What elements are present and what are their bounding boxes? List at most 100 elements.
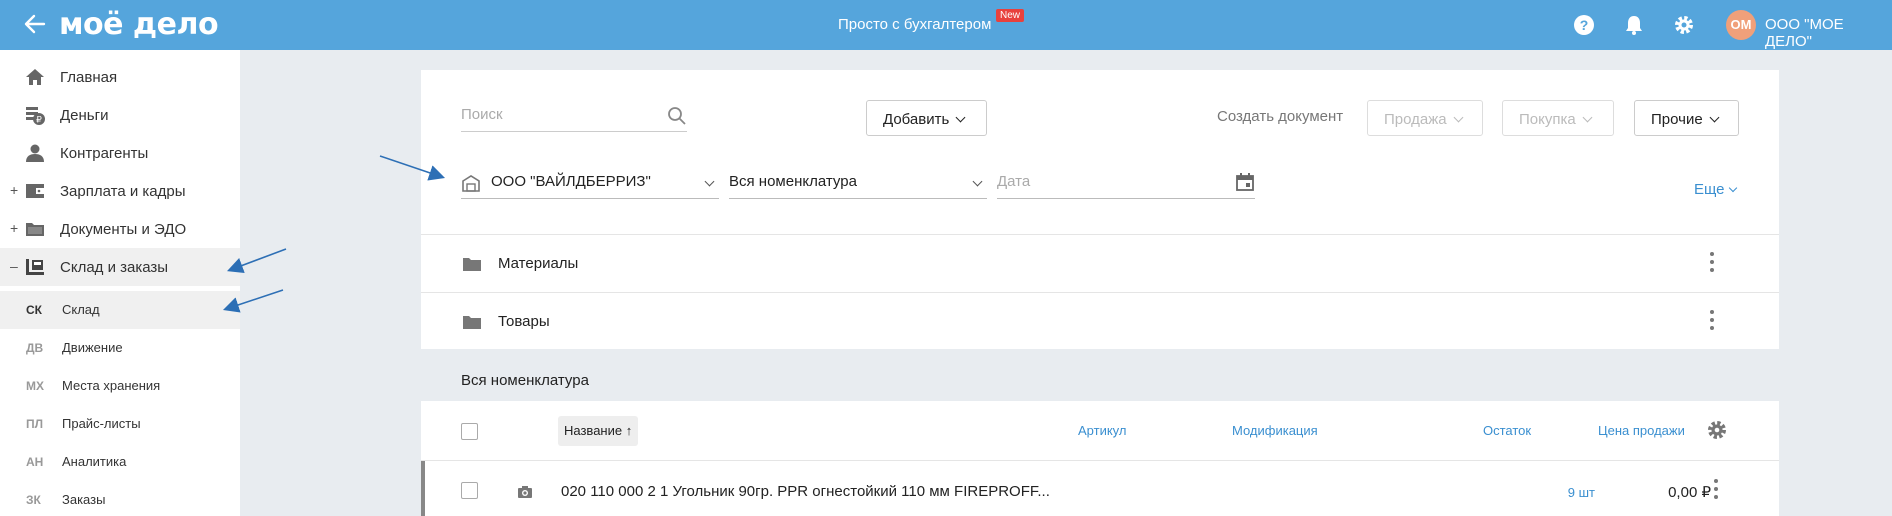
org-name[interactable]: ООО "МОЕ ДЕЛО" xyxy=(1765,16,1892,50)
subitem-abbr: МХ xyxy=(26,379,44,393)
folder-icon xyxy=(463,316,481,329)
search-box xyxy=(461,106,687,132)
more-menu-icon[interactable] xyxy=(1710,310,1714,334)
bell-icon[interactable] xyxy=(1622,13,1646,37)
subitem-label: Аналитика xyxy=(62,454,127,469)
sale-button-label: Продажа xyxy=(1384,111,1447,128)
subitem-abbr: ДВ xyxy=(26,341,44,355)
column-modification[interactable]: Модификация xyxy=(1232,423,1318,438)
product-name[interactable]: 020 110 000 2 1 Угольник 90гр. PPR огнес… xyxy=(561,483,1050,500)
back-arrow-icon[interactable] xyxy=(22,11,48,37)
folder-icon xyxy=(26,223,44,236)
column-article[interactable]: Артикул xyxy=(1078,423,1126,438)
subitem-label: Заказы xyxy=(62,492,106,507)
money-icon: ₽ xyxy=(26,107,45,125)
more-menu-icon[interactable] xyxy=(1710,252,1714,276)
more-filters-link[interactable]: Еще xyxy=(1694,181,1737,198)
section-title: Вся номенклатура xyxy=(461,372,589,389)
folder-row[interactable]: Материалы xyxy=(421,234,1779,292)
column-stock[interactable]: Остаток xyxy=(1483,423,1531,438)
new-badge: New xyxy=(996,9,1025,22)
nomenclature-table: Название ↑ Артикул Модификация Остаток Ц… xyxy=(421,401,1779,516)
calendar-icon[interactable] xyxy=(1235,172,1255,192)
sidebar-item-salary[interactable]: + Зарплата и кадры xyxy=(0,172,240,210)
wallet-icon xyxy=(26,184,44,198)
other-button[interactable]: Прочие xyxy=(1634,100,1739,136)
counterparty-value: ООО "ВАЙЛДБЕРРИЗ" xyxy=(491,173,651,190)
purchase-button-label: Покупка xyxy=(1519,111,1576,128)
chevron-down-icon xyxy=(1728,183,1737,193)
subitem-label: Места хранения xyxy=(62,378,161,393)
sale-button[interactable]: Продажа xyxy=(1367,100,1483,136)
table-settings-gear-icon[interactable] xyxy=(1706,419,1728,441)
chevron-down-icon xyxy=(1709,112,1720,123)
column-name-sort[interactable]: Название ↑ xyxy=(558,416,639,446)
sidebar-subitem-stock[interactable]: СК Склад xyxy=(0,291,240,329)
chevron-down-icon xyxy=(1582,112,1593,123)
table-row[interactable]: 020 110 000 2 1 Угольник 90гр. PPR огнес… xyxy=(421,461,1779,516)
purchase-button[interactable]: Покупка xyxy=(1502,100,1614,136)
folder-icon xyxy=(463,258,481,271)
other-button-label: Прочие xyxy=(1651,111,1703,128)
select-all-checkbox[interactable] xyxy=(461,423,478,440)
gear-icon[interactable] xyxy=(1672,13,1696,37)
svg-text:?: ? xyxy=(1580,17,1589,33)
subitem-label: Прайс-листы xyxy=(62,416,141,431)
nomenclature-select[interactable]: Вся номенклатура xyxy=(729,169,987,199)
folder-row[interactable]: Товары xyxy=(421,292,1779,350)
top-bar: моё дело Просто с бухгалтером New ? ОМ О… xyxy=(0,0,1892,50)
search-input[interactable] xyxy=(461,106,661,123)
sidebar-item-label: Контрагенты xyxy=(60,145,149,162)
chevron-down-icon xyxy=(955,112,966,123)
home-icon xyxy=(26,69,44,85)
subitem-abbr: ПЛ xyxy=(26,417,44,431)
sidebar-item-money[interactable]: ₽ Деньги xyxy=(0,96,240,134)
sidebar-subitem-pricelists[interactable]: ПЛ Прайс-листы xyxy=(0,405,240,443)
subitem-abbr: СК xyxy=(26,303,42,317)
chevron-down-icon xyxy=(698,175,715,193)
sidebar-item-label: Деньги xyxy=(60,107,109,124)
more-filters-label: Еще xyxy=(1694,181,1725,198)
counterparty-select[interactable]: ООО "ВАЙЛДБЕРРИЗ" xyxy=(461,169,719,199)
sidebar-item-label: Зарплата и кадры xyxy=(60,183,186,200)
chevron-down-icon xyxy=(966,175,983,193)
sidebar-item-documents[interactable]: + Документы и ЭДО xyxy=(0,210,240,248)
avatar[interactable]: ОМ xyxy=(1726,10,1756,40)
add-button-label: Добавить xyxy=(883,111,950,128)
nomenclature-value: Вся номенклатура xyxy=(729,173,857,190)
expand-toggle: + xyxy=(10,182,19,198)
expand-toggle: + xyxy=(10,220,19,236)
sidebar-item-warehouse[interactable]: – Склад и заказы xyxy=(0,248,240,286)
table-header: Название ↑ Артикул Модификация Остаток Ц… xyxy=(421,401,1779,461)
building-icon xyxy=(462,175,480,192)
date-placeholder: Дата xyxy=(997,173,1031,190)
warehouse-icon xyxy=(26,259,44,275)
subitem-abbr: АН xyxy=(26,455,44,469)
chevron-down-icon xyxy=(1453,112,1464,123)
search-icon[interactable] xyxy=(667,106,687,126)
sidebar-subitem-orders[interactable]: ЗК Заказы xyxy=(0,481,240,516)
product-stock[interactable]: 9 шт xyxy=(1515,485,1595,500)
sidebar-item-home[interactable]: Главная xyxy=(0,58,240,96)
date-field[interactable]: Дата xyxy=(997,169,1255,199)
main-panel: Добавить Создать документ Продажа Покупк… xyxy=(421,70,1779,349)
sidebar: Главная ₽ Деньги Контрагенты + Зарплата … xyxy=(0,50,240,516)
sidebar-item-contractors[interactable]: Контрагенты xyxy=(0,134,240,172)
sidebar-item-label: Главная xyxy=(60,69,118,86)
logo[interactable]: моё дело xyxy=(59,7,219,42)
help-icon[interactable]: ? xyxy=(1572,13,1596,37)
svg-text:₽: ₽ xyxy=(36,115,42,125)
subitem-abbr: ЗК xyxy=(26,493,41,507)
row-checkbox[interactable] xyxy=(461,482,478,499)
product-price: 0,00 ₽ xyxy=(1668,484,1711,501)
more-menu-icon[interactable] xyxy=(1714,479,1718,503)
sidebar-subitem-movement[interactable]: ДВ Движение xyxy=(0,329,240,367)
header-title[interactable]: Просто с бухгалтером xyxy=(838,16,991,33)
camera-icon[interactable] xyxy=(517,485,533,499)
sidebar-subitem-analytics[interactable]: АН Аналитика xyxy=(0,443,240,481)
add-button[interactable]: Добавить xyxy=(866,100,987,136)
column-price[interactable]: Цена продажи xyxy=(1598,423,1685,438)
folder-label: Материалы xyxy=(498,255,579,272)
sidebar-subitem-storage[interactable]: МХ Места хранения xyxy=(0,367,240,405)
subitem-label: Склад xyxy=(62,302,100,317)
